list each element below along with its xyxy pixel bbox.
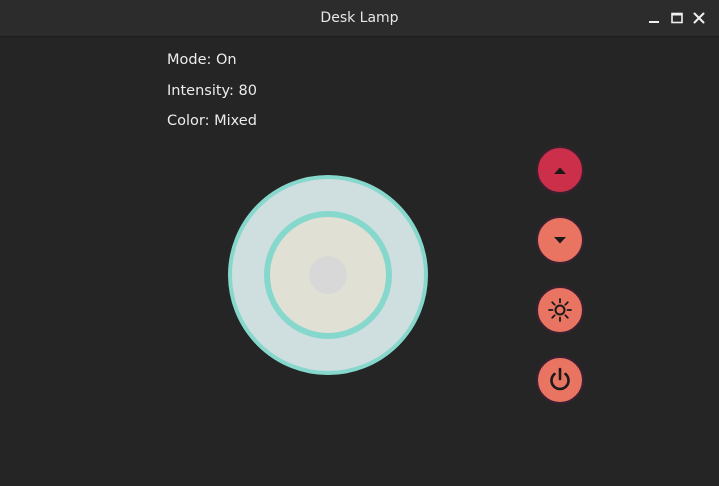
color-label: Color: Mixed [167,113,257,129]
close-button[interactable] [690,9,708,27]
power-button[interactable] [536,356,584,404]
mode-label: Mode: On [167,52,237,68]
lamp-visual [228,175,428,375]
light-button[interactable] [536,286,584,334]
minimize-icon [649,21,659,23]
power-icon [550,367,570,391]
title-bar: Desk Lamp [0,0,719,37]
app-window: Desk Lamp Mode: On Intensity: 80 Color: … [0,0,719,486]
triangle-up-icon [554,167,566,174]
sun-icon [548,298,572,322]
maximize-icon [671,12,683,24]
lamp-bulb [309,256,347,294]
triangle-down-icon [554,237,566,244]
maximize-button[interactable] [668,9,686,27]
minimize-button[interactable] [645,9,663,27]
intensity-label: Intensity: 80 [167,83,258,99]
decrease-intensity-button[interactable] [536,216,584,264]
close-icon [693,12,705,24]
window-title: Desk Lamp [320,10,399,26]
increase-intensity-button[interactable] [536,146,584,194]
